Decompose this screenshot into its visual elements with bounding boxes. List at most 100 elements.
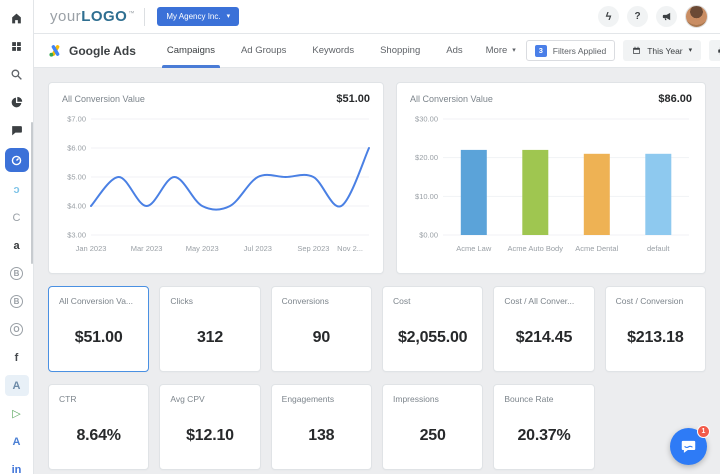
platform-swirl-icon: ɔ bbox=[13, 184, 19, 196]
sidebar-item-google-analytics-icon[interactable]: A bbox=[5, 375, 29, 396]
product-tab-bar: Google Ads CampaignsAd GroupsKeywordsSho… bbox=[34, 34, 720, 68]
linkedin-icon: in bbox=[12, 464, 22, 474]
kpi-card-ctr[interactable]: CTR8.64% bbox=[48, 384, 149, 470]
kpi-label: Cost / All Conver... bbox=[504, 296, 585, 306]
announcements-button[interactable] bbox=[656, 6, 677, 27]
svg-text:$7.00: $7.00 bbox=[67, 115, 86, 124]
kpi-card-cost[interactable]: Cost$2,055.00 bbox=[382, 286, 483, 372]
kpi-card-conversions[interactable]: Conversions 90 bbox=[271, 286, 372, 372]
platform-b1-icon: B bbox=[10, 267, 23, 280]
sidebar-item-play-triangle-icon[interactable]: ▷ bbox=[5, 403, 29, 424]
sidebar-item-platform-b1-icon[interactable]: B bbox=[5, 263, 29, 284]
chart-header: All Conversion Value$51.00 bbox=[49, 83, 383, 107]
kpi-card-engagements[interactable]: Engagements 138 bbox=[271, 384, 372, 470]
bar-acme-auto-body bbox=[522, 150, 548, 235]
chat-icon bbox=[10, 124, 23, 137]
kpi-card-cost-conversion[interactable]: Cost / Conversion$213.18 bbox=[605, 286, 706, 372]
home-icon bbox=[10, 12, 23, 25]
sidebar-item-amazon-icon[interactable]: a bbox=[5, 235, 29, 256]
question-icon: ? bbox=[634, 11, 640, 22]
sidebar-item-google-ads-icon[interactable]: A bbox=[5, 431, 29, 452]
filters-label: Filters Applied bbox=[553, 46, 606, 56]
tab-keywords[interactable]: Keywords bbox=[299, 34, 367, 68]
kpi-label: Clicks bbox=[170, 296, 251, 306]
kpi-value: 90 bbox=[272, 329, 371, 347]
print-button[interactable] bbox=[709, 40, 720, 61]
main-content: All Conversion Value$51.00$7.00$6.00$5.0… bbox=[34, 68, 720, 474]
chat-launcher-button[interactable]: 1 bbox=[670, 428, 707, 465]
sidebar-scrollbar[interactable] bbox=[31, 122, 33, 264]
google-ads-icon: A bbox=[13, 436, 21, 448]
kpi-value: 8.64% bbox=[49, 427, 148, 445]
kpi-label: All Conversion Va... bbox=[59, 296, 140, 306]
search-icon bbox=[10, 68, 23, 81]
kpi-value: 250 bbox=[383, 427, 482, 445]
svg-text:Nov 2...: Nov 2... bbox=[337, 244, 363, 253]
kpi-value: 138 bbox=[272, 427, 371, 445]
kpi-card-bounce-rate[interactable]: Bounce Rate20.37% bbox=[493, 384, 594, 470]
kpi-label: Engagements bbox=[282, 394, 363, 404]
tab-shopping[interactable]: Shopping bbox=[367, 34, 433, 68]
chat-notification-badge: 1 bbox=[697, 425, 710, 438]
platform-b2-icon: B bbox=[10, 295, 23, 308]
sidebar: ɔCaBBOfA▷Ain bbox=[0, 0, 34, 474]
svg-text:Jan 2023: Jan 2023 bbox=[76, 244, 107, 253]
chevron-down-icon: ▾ bbox=[689, 47, 693, 54]
sidebar-item-analytics-pie-icon[interactable] bbox=[5, 92, 29, 113]
svg-text:$5.00: $5.00 bbox=[67, 173, 86, 182]
sidebar-items: ɔCaBBOfA▷Ain bbox=[5, 8, 29, 474]
sidebar-item-facebook-icon[interactable]: f bbox=[5, 347, 29, 368]
sidebar-item-search-icon[interactable] bbox=[5, 64, 29, 85]
kpi-card-cost-all-conver[interactable]: Cost / All Conver... $214.45 bbox=[493, 286, 594, 372]
header-actions: ϟ ? bbox=[598, 5, 720, 28]
kpi-value: $214.45 bbox=[494, 329, 593, 347]
svg-text:$4.00: $4.00 bbox=[67, 202, 86, 211]
sidebar-item-platform-b2-icon[interactable]: B bbox=[5, 291, 29, 312]
tab-ads[interactable]: Ads bbox=[433, 34, 475, 68]
apps-grid-icon bbox=[10, 40, 23, 53]
filters-applied-button[interactable]: 3 Filters Applied bbox=[526, 40, 615, 61]
chart-card-line: All Conversion Value$51.00 $7.00 $6.00 $5.0… bbox=[48, 82, 384, 274]
help-button[interactable]: ? bbox=[627, 6, 648, 27]
sidebar-item-linkedin-icon[interactable]: in bbox=[5, 459, 29, 474]
kpi-card-avg-cpv[interactable]: Avg CPV$12.10 bbox=[159, 384, 260, 470]
kpi-value: $213.18 bbox=[606, 329, 705, 347]
messenger-icon bbox=[680, 438, 697, 455]
toolbar-icon-group bbox=[709, 40, 720, 61]
kpi-label: Bounce Rate bbox=[504, 394, 585, 404]
product-name: Google Ads bbox=[69, 44, 136, 58]
sidebar-item-active-dashboard-icon[interactable] bbox=[5, 148, 29, 172]
kpi-label: Conversions bbox=[282, 296, 363, 306]
kpi-value: $2,055.00 bbox=[383, 329, 482, 347]
agency-selector-label: My Agency Inc. bbox=[166, 12, 220, 21]
kpi-card-impressions[interactable]: Impressions250 bbox=[382, 384, 483, 470]
chart-total-value: $51.00 bbox=[336, 93, 370, 105]
kpi-label: Avg CPV bbox=[170, 394, 251, 404]
more-label: More bbox=[486, 45, 508, 56]
chart-plot-area[interactable]: $30.00$20.00$10.00$0.00Acme LawAcme Auto… bbox=[397, 107, 705, 266]
logo-trademark: ™ bbox=[128, 11, 134, 17]
logo-part2: LOGO bbox=[81, 8, 127, 25]
tab-ad-groups[interactable]: Ad Groups bbox=[228, 34, 299, 68]
svg-text:$6.00: $6.00 bbox=[67, 144, 86, 153]
date-range-button[interactable]: This Year ▾ bbox=[623, 40, 701, 61]
amazon-icon: a bbox=[13, 240, 19, 252]
sidebar-item-platform-swirl-icon[interactable]: ɔ bbox=[5, 179, 29, 200]
sidebar-item-apps-grid-icon[interactable] bbox=[5, 36, 29, 57]
chart-plot-area[interactable]: $7.00$6.00$5.00$4.00$3.00Jan 2023Mar 202… bbox=[49, 107, 383, 266]
tab-campaigns[interactable]: Campaigns bbox=[154, 34, 228, 68]
chart-title: All Conversion Value bbox=[410, 94, 493, 104]
sidebar-item-platform-c-icon[interactable]: C bbox=[5, 207, 29, 228]
sidebar-item-home-icon[interactable] bbox=[5, 8, 29, 29]
kpi-card-all-conversion-va[interactable]: All Conversion Va...$51.00 bbox=[48, 286, 149, 372]
kpi-card-clicks[interactable]: Clicks312 bbox=[159, 286, 260, 372]
flash-icon-button[interactable]: ϟ bbox=[598, 6, 619, 27]
tab-more[interactable]: More ▾ bbox=[476, 34, 526, 68]
svg-text:default: default bbox=[647, 244, 670, 253]
sidebar-item-platform-o-icon[interactable]: O bbox=[5, 319, 29, 340]
user-avatar[interactable] bbox=[685, 5, 708, 28]
product-header: Google Ads bbox=[48, 43, 136, 58]
bar-acme-dental bbox=[584, 154, 610, 235]
sidebar-item-chat-icon[interactable] bbox=[5, 120, 29, 141]
agency-selector-button[interactable]: My Agency Inc. ▾ bbox=[157, 7, 239, 26]
